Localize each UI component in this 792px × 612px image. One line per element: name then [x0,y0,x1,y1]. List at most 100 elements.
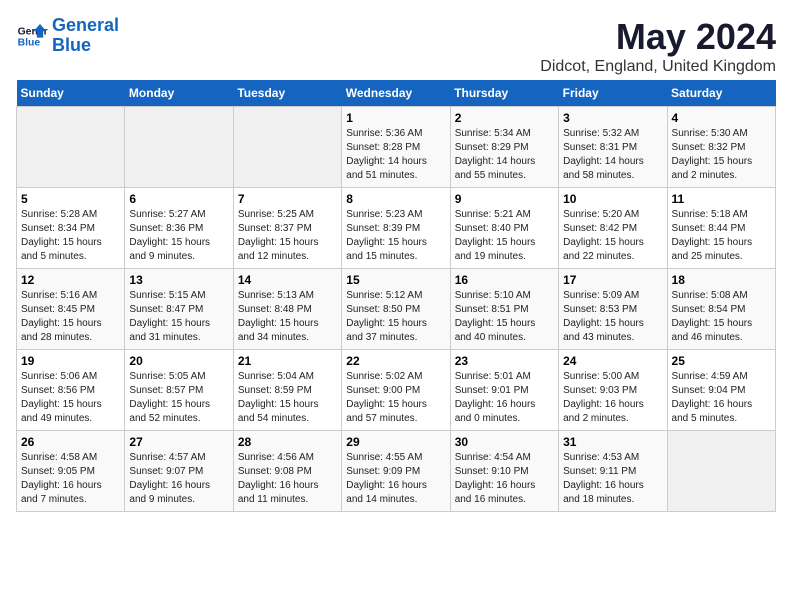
day-number: 31 [563,435,662,449]
header-wednesday: Wednesday [342,80,450,107]
day-cell: 5Sunrise: 5:28 AMSunset: 8:34 PMDaylight… [17,188,125,269]
day-number: 17 [563,273,662,287]
day-number: 8 [346,192,445,206]
header-sunday: Sunday [17,80,125,107]
day-cell: 21 Sunrise: 5:04 AMSunset: 8:59 PMDayligh… [233,350,341,431]
day-info: Sunrise: 5:01 AMSunset: 9:01 PMDaylight:… [455,370,554,426]
day-number: 30 [455,435,554,449]
day-cell: 22 Sunrise: 5:02 AMSunset: 9:00 PMDayligh… [342,350,450,431]
day-number: 26 [21,435,120,449]
svg-text:Blue: Blue [18,37,41,48]
day-cell: 18 Sunrise: 5:08 AMSunset: 8:54 PMDayligh… [667,269,775,350]
day-number: 28 [238,435,337,449]
day-number: 16 [455,273,554,287]
day-info: Sunrise: 5:00 AMSunset: 9:03 PMDaylight:… [563,370,662,426]
day-number: 14 [238,273,337,287]
day-number: 20 [129,354,228,368]
day-number: 25 [672,354,771,368]
day-info: Sunrise: 5:08 AMSunset: 8:54 PMDaylight:… [672,289,771,345]
day-cell [667,431,775,512]
day-number: 22 [346,354,445,368]
day-cell: 11 Sunrise: 5:18 AMSunset: 8:44 PMDayligh… [667,188,775,269]
day-cell: 8 Sunrise: 5:23 AMSunset: 8:39 PMDaylight… [342,188,450,269]
day-cell: 31 Sunrise: 4:53 AMSunset: 9:11 PMDayligh… [559,431,667,512]
day-number: 27 [129,435,228,449]
day-cell: 19 Sunrise: 5:06 AMSunset: 8:56 PMDayligh… [17,350,125,431]
day-cell: 12 Sunrise: 5:16 AMSunset: 8:45 PMDayligh… [17,269,125,350]
logo-text-line2: Blue [52,36,119,56]
calendar-table: SundayMondayTuesdayWednesdayThursdayFrid… [16,80,776,512]
day-info: Sunrise: 5:23 AMSunset: 8:39 PMDaylight:… [346,208,445,264]
logo: General Blue General Blue [16,16,119,56]
week-row-4: 19 Sunrise: 5:06 AMSunset: 8:56 PMDayligh… [17,350,776,431]
day-info: Sunrise: 4:55 AMSunset: 9:09 PMDaylight:… [346,451,445,507]
week-row-1: 1 Sunrise: 5:36 AMSunset: 8:28 PMDaylight… [17,107,776,188]
day-cell: 29 Sunrise: 4:55 AMSunset: 9:09 PMDayligh… [342,431,450,512]
day-info: Sunrise: 5:12 AMSunset: 8:50 PMDaylight:… [346,289,445,345]
day-number: 19 [21,354,120,368]
day-info: Sunrise: 5:16 AMSunset: 8:45 PMDaylight:… [21,289,120,345]
day-info: Sunrise: 5:36 AMSunset: 8:28 PMDaylight:… [346,127,445,183]
day-number: 6 [129,192,228,206]
day-info: Sunrise: 5:20 AMSunset: 8:42 PMDaylight:… [563,208,662,264]
day-info: Sunrise: 4:56 AMSunset: 9:08 PMDaylight:… [238,451,337,507]
day-cell: 1 Sunrise: 5:36 AMSunset: 8:28 PMDaylight… [342,107,450,188]
day-cell: 25Sunrise: 4:59 AMSunset: 9:04 PMDayligh… [667,350,775,431]
day-info: Sunrise: 5:21 AMSunset: 8:40 PMDaylight:… [455,208,554,264]
day-info: Sunrise: 4:53 AMSunset: 9:11 PMDaylight:… [563,451,662,507]
day-cell [233,107,341,188]
day-cell: 30 Sunrise: 4:54 AMSunset: 9:10 PMDayligh… [450,431,558,512]
header-monday: Monday [125,80,233,107]
day-number: 2 [455,111,554,125]
day-info: Sunrise: 5:25 AMSunset: 8:37 PMDaylight:… [238,208,337,264]
day-cell: 23 Sunrise: 5:01 AMSunset: 9:01 PMDayligh… [450,350,558,431]
day-info: Sunrise: 5:13 AMSunset: 8:48 PMDaylight:… [238,289,337,345]
day-cell: 6 Sunrise: 5:27 AMSunset: 8:36 PMDaylight… [125,188,233,269]
day-info: Sunrise: 5:02 AMSunset: 9:00 PMDaylight:… [346,370,445,426]
day-info: Sunrise: 5:28 AMSunset: 8:34 PMDaylight:… [21,208,120,264]
logo-icon: General Blue [16,20,48,52]
day-info: Sunrise: 5:18 AMSunset: 8:44 PMDaylight:… [672,208,771,264]
day-cell: 13Sunrise: 5:15 AMSunset: 8:47 PMDayligh… [125,269,233,350]
day-cell [125,107,233,188]
day-number: 11 [672,192,771,206]
day-number: 7 [238,192,337,206]
day-cell: 2 Sunrise: 5:34 AMSunset: 8:29 PMDaylight… [450,107,558,188]
day-info: Sunrise: 5:34 AMSunset: 8:29 PMDaylight:… [455,127,554,183]
header-friday: Friday [559,80,667,107]
title-block: May 2024 Didcot, England, United Kingdom [540,16,776,76]
day-number: 12 [21,273,120,287]
day-cell [17,107,125,188]
day-info: Sunrise: 5:04 AMSunset: 8:59 PMDaylight:… [238,370,337,426]
day-cell: 27 Sunrise: 4:57 AMSunset: 9:07 PMDayligh… [125,431,233,512]
day-info: Sunrise: 5:10 AMSunset: 8:51 PMDaylight:… [455,289,554,345]
day-number: 10 [563,192,662,206]
day-number: 21 [238,354,337,368]
day-number: 18 [672,273,771,287]
day-info: Sunrise: 4:54 AMSunset: 9:10 PMDaylight:… [455,451,554,507]
day-number: 9 [455,192,554,206]
day-info: Sunrise: 4:57 AMSunset: 9:07 PMDaylight:… [129,451,228,507]
day-number: 3 [563,111,662,125]
day-number: 4 [672,111,771,125]
week-row-3: 12 Sunrise: 5:16 AMSunset: 8:45 PMDayligh… [17,269,776,350]
header-saturday: Saturday [667,80,775,107]
logo-text-line1: General [52,16,119,36]
day-info: Sunrise: 5:09 AMSunset: 8:53 PMDaylight:… [563,289,662,345]
page-header: General Blue General Blue May 2024 Didco… [16,16,776,76]
day-cell: 20Sunrise: 5:05 AMSunset: 8:57 PMDayligh… [125,350,233,431]
day-cell: 24Sunrise: 5:00 AMSunset: 9:03 PMDayligh… [559,350,667,431]
day-number: 29 [346,435,445,449]
day-cell: 15 Sunrise: 5:12 AMSunset: 8:50 PMDayligh… [342,269,450,350]
day-info: Sunrise: 5:06 AMSunset: 8:56 PMDaylight:… [21,370,120,426]
day-number: 15 [346,273,445,287]
day-info: Sunrise: 5:32 AMSunset: 8:31 PMDaylight:… [563,127,662,183]
header-thursday: Thursday [450,80,558,107]
day-info: Sunrise: 5:15 AMSunset: 8:47 PMDaylight:… [129,289,228,345]
day-number: 1 [346,111,445,125]
subtitle: Didcot, England, United Kingdom [540,58,776,76]
day-cell: 4Sunrise: 5:30 AMSunset: 8:32 PMDaylight… [667,107,775,188]
day-cell: 17 Sunrise: 5:09 AMSunset: 8:53 PMDayligh… [559,269,667,350]
day-number: 23 [455,354,554,368]
day-info: Sunrise: 5:27 AMSunset: 8:36 PMDaylight:… [129,208,228,264]
